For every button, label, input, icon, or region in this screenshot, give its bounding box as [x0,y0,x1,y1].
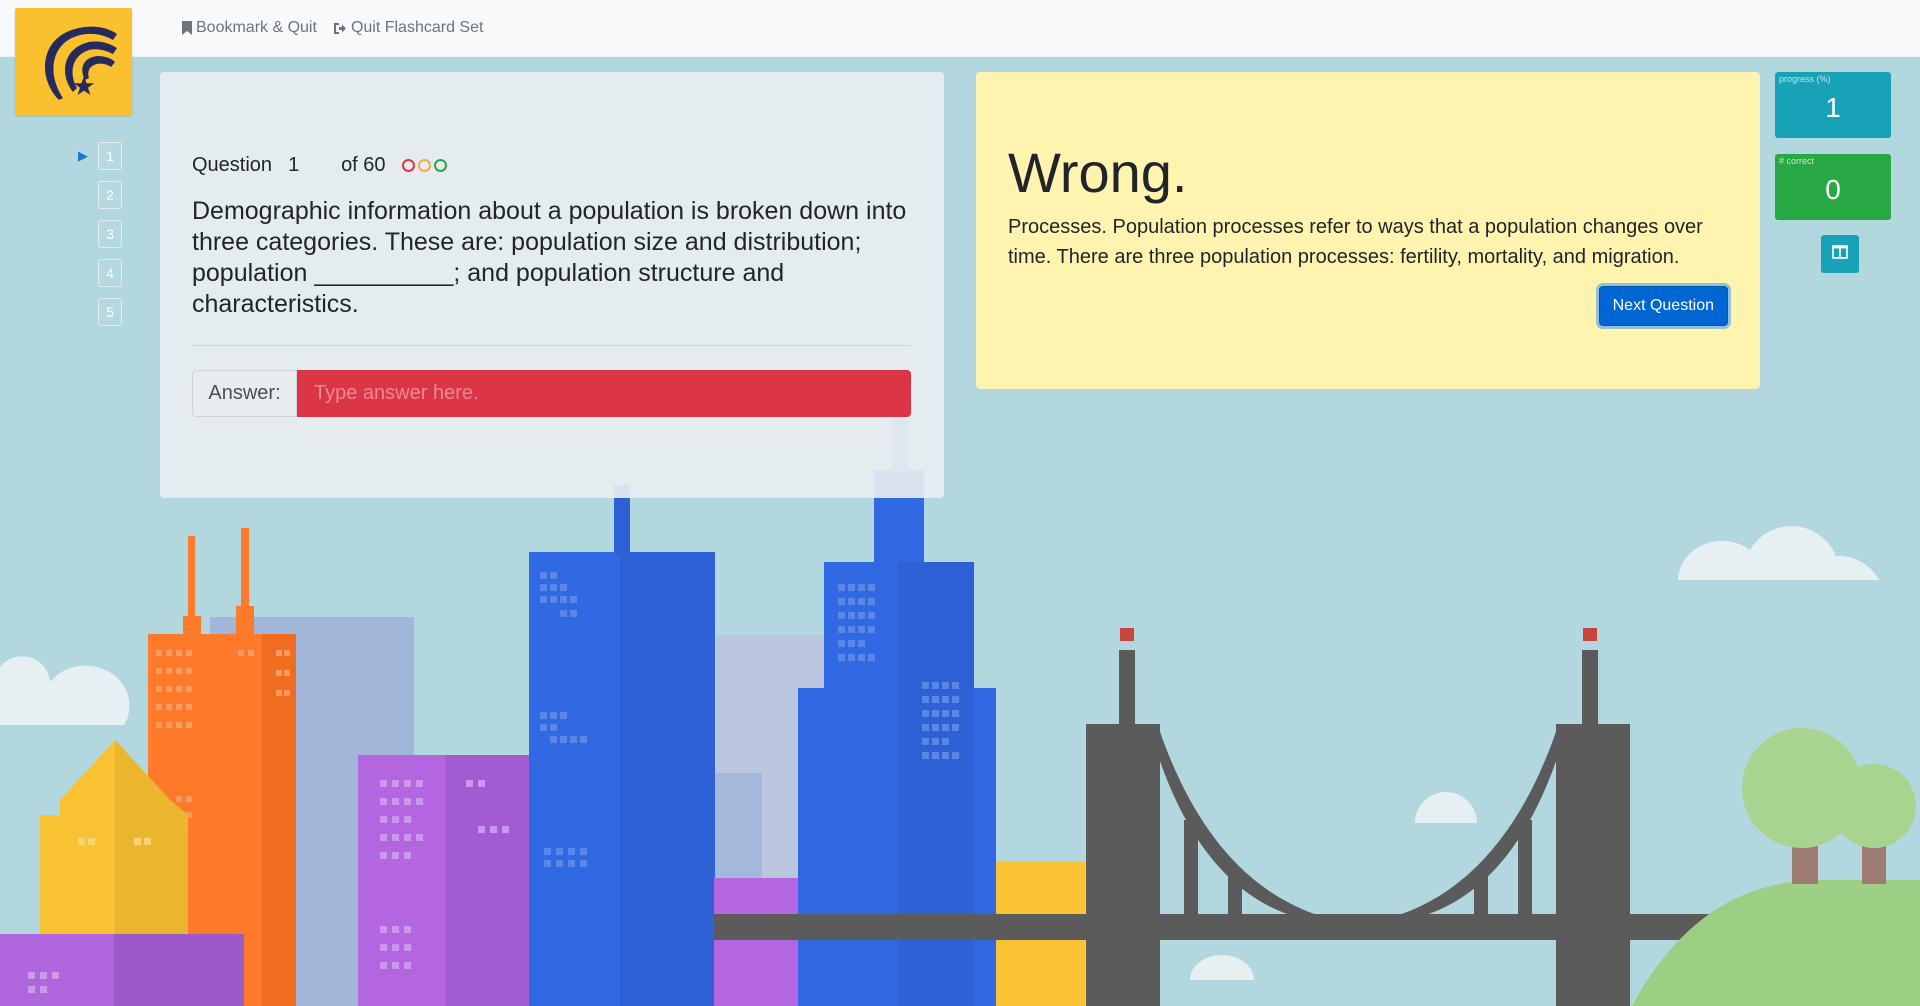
bookmark-quit-link[interactable]: Bookmark & Quit [182,19,317,37]
question-nav: ▶ 1 2 3 4 5 [78,136,122,331]
question-label: Question [192,154,273,176]
feedback-title: Wrong. [1008,141,1188,204]
question-number: 1 [288,154,300,176]
play-arrow-icon: ▶ [78,147,88,163]
question-nav-item: 4 [78,253,122,292]
question-nav-button[interactable]: 4 [98,258,122,287]
question-nav-button[interactable]: 2 [98,180,122,209]
question-nav-item: 5 [78,292,122,331]
question-text: Demographic information about a populati… [192,197,907,318]
logo-emblem [45,26,117,100]
status-dot-yellow [417,159,431,172]
question-nav-item: ▶ 1 [78,136,122,175]
answer-label: Answer: [192,370,297,417]
top-navbar: Bookmark & Quit Quit Flashcard Set [0,0,1920,57]
status-dot-red [401,159,415,172]
sign-out-icon [333,22,347,35]
feedback-card: Wrong. Processes. Population processes r… [976,72,1760,389]
question-header: Question 1 of 60 [192,154,447,177]
status-dot-green [433,159,447,172]
top-nav: Bookmark & Quit Quit Flashcard Set [182,19,483,37]
question-nav-item: 3 [78,214,122,253]
question-nav-button[interactable]: 5 [98,297,122,326]
question-nav-button[interactable]: 3 [98,219,122,248]
columns-icon [1832,244,1848,264]
progress-value: 1 [1825,92,1841,123]
quit-flashcard-label: Quit Flashcard Set [350,19,484,36]
bookmark-quit-label: Bookmark & Quit [196,19,317,36]
question-total: of 60 [341,154,386,176]
next-question-button[interactable]: Next Question [1598,286,1728,326]
answer-input[interactable] [297,370,911,417]
correct-label: # correct [1779,156,1815,166]
question-card: Question 1 of 60 Demographic information… [160,72,944,498]
site-logo[interactable] [15,8,132,115]
progress-label: progress (%) [1779,74,1831,84]
bookmark-icon [182,21,192,35]
quit-flashcard-link[interactable]: Quit Flashcard Set [333,19,484,37]
feedback-explanation: Processes. Population processes refer to… [1008,216,1703,268]
question-nav-item: 2 [78,175,122,214]
question-status-dots [401,159,447,172]
layout-toggle-button[interactable] [1821,235,1859,273]
question-nav-button[interactable]: 1 [98,141,122,170]
progress-tile: progress (%) 1 [1775,72,1891,138]
correct-tile: # correct 0 [1775,154,1891,220]
correct-value: 0 [1825,174,1841,205]
answer-group: Answer: [192,370,911,417]
divider [192,345,911,346]
